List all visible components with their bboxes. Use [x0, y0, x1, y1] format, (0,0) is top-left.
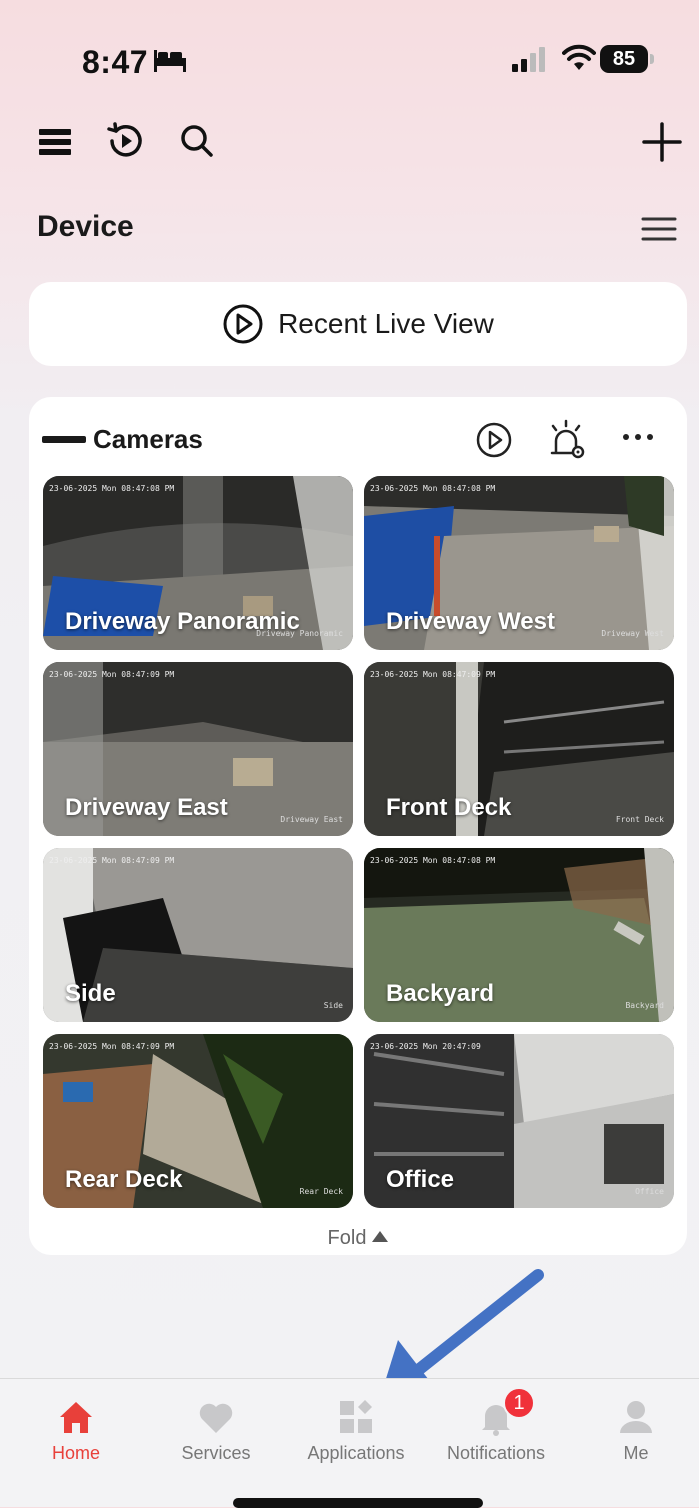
camera-timestamp: 23-06-2025 Mon 08:47:09 PM	[370, 670, 496, 679]
camera-name: Front Deck	[386, 794, 512, 821]
play-circle-icon	[223, 304, 263, 344]
camera-tile-driveway-panoramic[interactable]: 23-06-2025 Mon 08:47:08 PM Driveway Pano…	[43, 476, 353, 650]
sleep-bed-icon	[154, 50, 186, 72]
camera-tile-rear-deck[interactable]: 23-06-2025 Mon 08:47:09 PM Rear Deck Rea…	[43, 1034, 353, 1208]
tab-me[interactable]: Me	[566, 1379, 699, 1479]
chevron-up-icon	[372, 1231, 389, 1242]
home-icon	[60, 1402, 92, 1433]
camera-name: Driveway East	[65, 794, 228, 821]
cameras-header: Cameras	[29, 397, 687, 475]
fold-label: Fold	[327, 1227, 367, 1249]
status-bar: 8:47 85	[0, 0, 699, 110]
battery-tip	[650, 54, 654, 64]
more-icon[interactable]	[621, 427, 655, 447]
hamburger-menu-icon[interactable]	[640, 214, 678, 244]
camera-tile-side[interactable]: 23-06-2025 Mon 08:47:09 PM Side Side	[43, 848, 353, 1022]
camera-tile-backyard[interactable]: 23-06-2025 Mon 08:47:08 PM Backyard Back…	[364, 848, 674, 1022]
page-title: Device	[37, 210, 134, 243]
heart-icon	[199, 1403, 233, 1433]
tab-label: Me	[623, 1443, 649, 1463]
tab-bar: Home Services Applications 1 Notificatio…	[0, 1378, 699, 1507]
tab-label: Services	[181, 1443, 251, 1463]
tab-label: Home	[51, 1443, 100, 1463]
camera-timestamp: 23-06-2025 Mon 08:47:08 PM	[370, 856, 496, 865]
tab-home[interactable]: Home	[6, 1379, 146, 1479]
tab-services[interactable]: Services	[146, 1379, 286, 1479]
camera-name: Office	[386, 1166, 455, 1193]
camera-tile-front-deck[interactable]: 23-06-2025 Mon 08:47:09 PM Front Deck Fr…	[364, 662, 674, 836]
camera-timestamp: 23-06-2025 Mon 20:47:09	[370, 1042, 481, 1051]
camera-name: Rear Deck	[65, 1166, 183, 1193]
camera-watermark: Driveway West	[601, 629, 664, 638]
camera-watermark: Rear Deck	[299, 1187, 343, 1196]
alarm-settings-icon[interactable]	[547, 419, 587, 461]
plus-icon[interactable]	[640, 120, 684, 164]
camera-tile-driveway-west[interactable]: 23-06-2025 Mon 08:47:08 PM Driveway West…	[364, 476, 674, 650]
wifi-icon	[562, 44, 596, 70]
camera-timestamp: 23-06-2025 Mon 08:47:08 PM	[370, 484, 496, 493]
camera-timestamp: 23-06-2025 Mon 08:47:09 PM	[49, 670, 175, 679]
battery-indicator: 85	[600, 45, 648, 73]
tab-notifications[interactable]: 1 Notifications	[426, 1379, 566, 1479]
tab-applications[interactable]: Applications	[286, 1379, 426, 1479]
camera-name: Side	[65, 980, 116, 1007]
list-icon[interactable]	[38, 125, 72, 159]
camera-name: Backyard	[386, 980, 495, 1007]
nvr-device-icon	[42, 436, 86, 443]
camera-watermark: Backyard	[625, 1001, 664, 1010]
cameras-title[interactable]: Cameras	[93, 424, 203, 455]
camera-watermark: Front Deck	[615, 815, 664, 824]
cellular-signal-icon	[512, 47, 545, 72]
camera-timestamp: 23-06-2025 Mon 08:47:09 PM	[49, 856, 175, 865]
camera-name: Driveway West	[386, 608, 555, 635]
tab-label: Applications	[307, 1443, 405, 1463]
home-indicator	[233, 1498, 483, 1508]
camera-watermark: Side	[323, 1001, 343, 1010]
fold-button[interactable]: Fold	[29, 1227, 687, 1250]
camera-watermark: Driveway Panoramic	[256, 629, 343, 638]
tab-label: Notifications	[446, 1443, 546, 1463]
camera-tile-driveway-east[interactable]: 23-06-2025 Mon 08:47:09 PM Driveway East…	[43, 662, 353, 836]
search-icon[interactable]	[178, 122, 216, 160]
playback-icon[interactable]	[104, 120, 146, 162]
play-all-icon[interactable]	[475, 421, 513, 459]
camera-timestamp: 23-06-2025 Mon 08:47:09 PM	[49, 1042, 175, 1051]
person-icon	[620, 1401, 652, 1433]
camera-tile-office[interactable]: 23-06-2025 Mon 20:47:09 Office Office	[364, 1034, 674, 1208]
applications-grid-icon	[340, 1400, 372, 1433]
recent-live-view-button[interactable]: Recent Live View	[29, 282, 687, 366]
camera-watermark: Driveway East	[280, 815, 343, 824]
recent-live-view-label: Recent Live View	[278, 308, 494, 339]
camera-timestamp: 23-06-2025 Mon 08:47:08 PM	[49, 484, 175, 493]
clock: 8:47	[82, 44, 149, 80]
camera-watermark: Office	[635, 1187, 664, 1196]
cameras-card: Cameras 23-06-2025 Mon 08:47:08 PM Drive…	[29, 397, 687, 1255]
notification-badge: 1	[503, 1387, 535, 1419]
